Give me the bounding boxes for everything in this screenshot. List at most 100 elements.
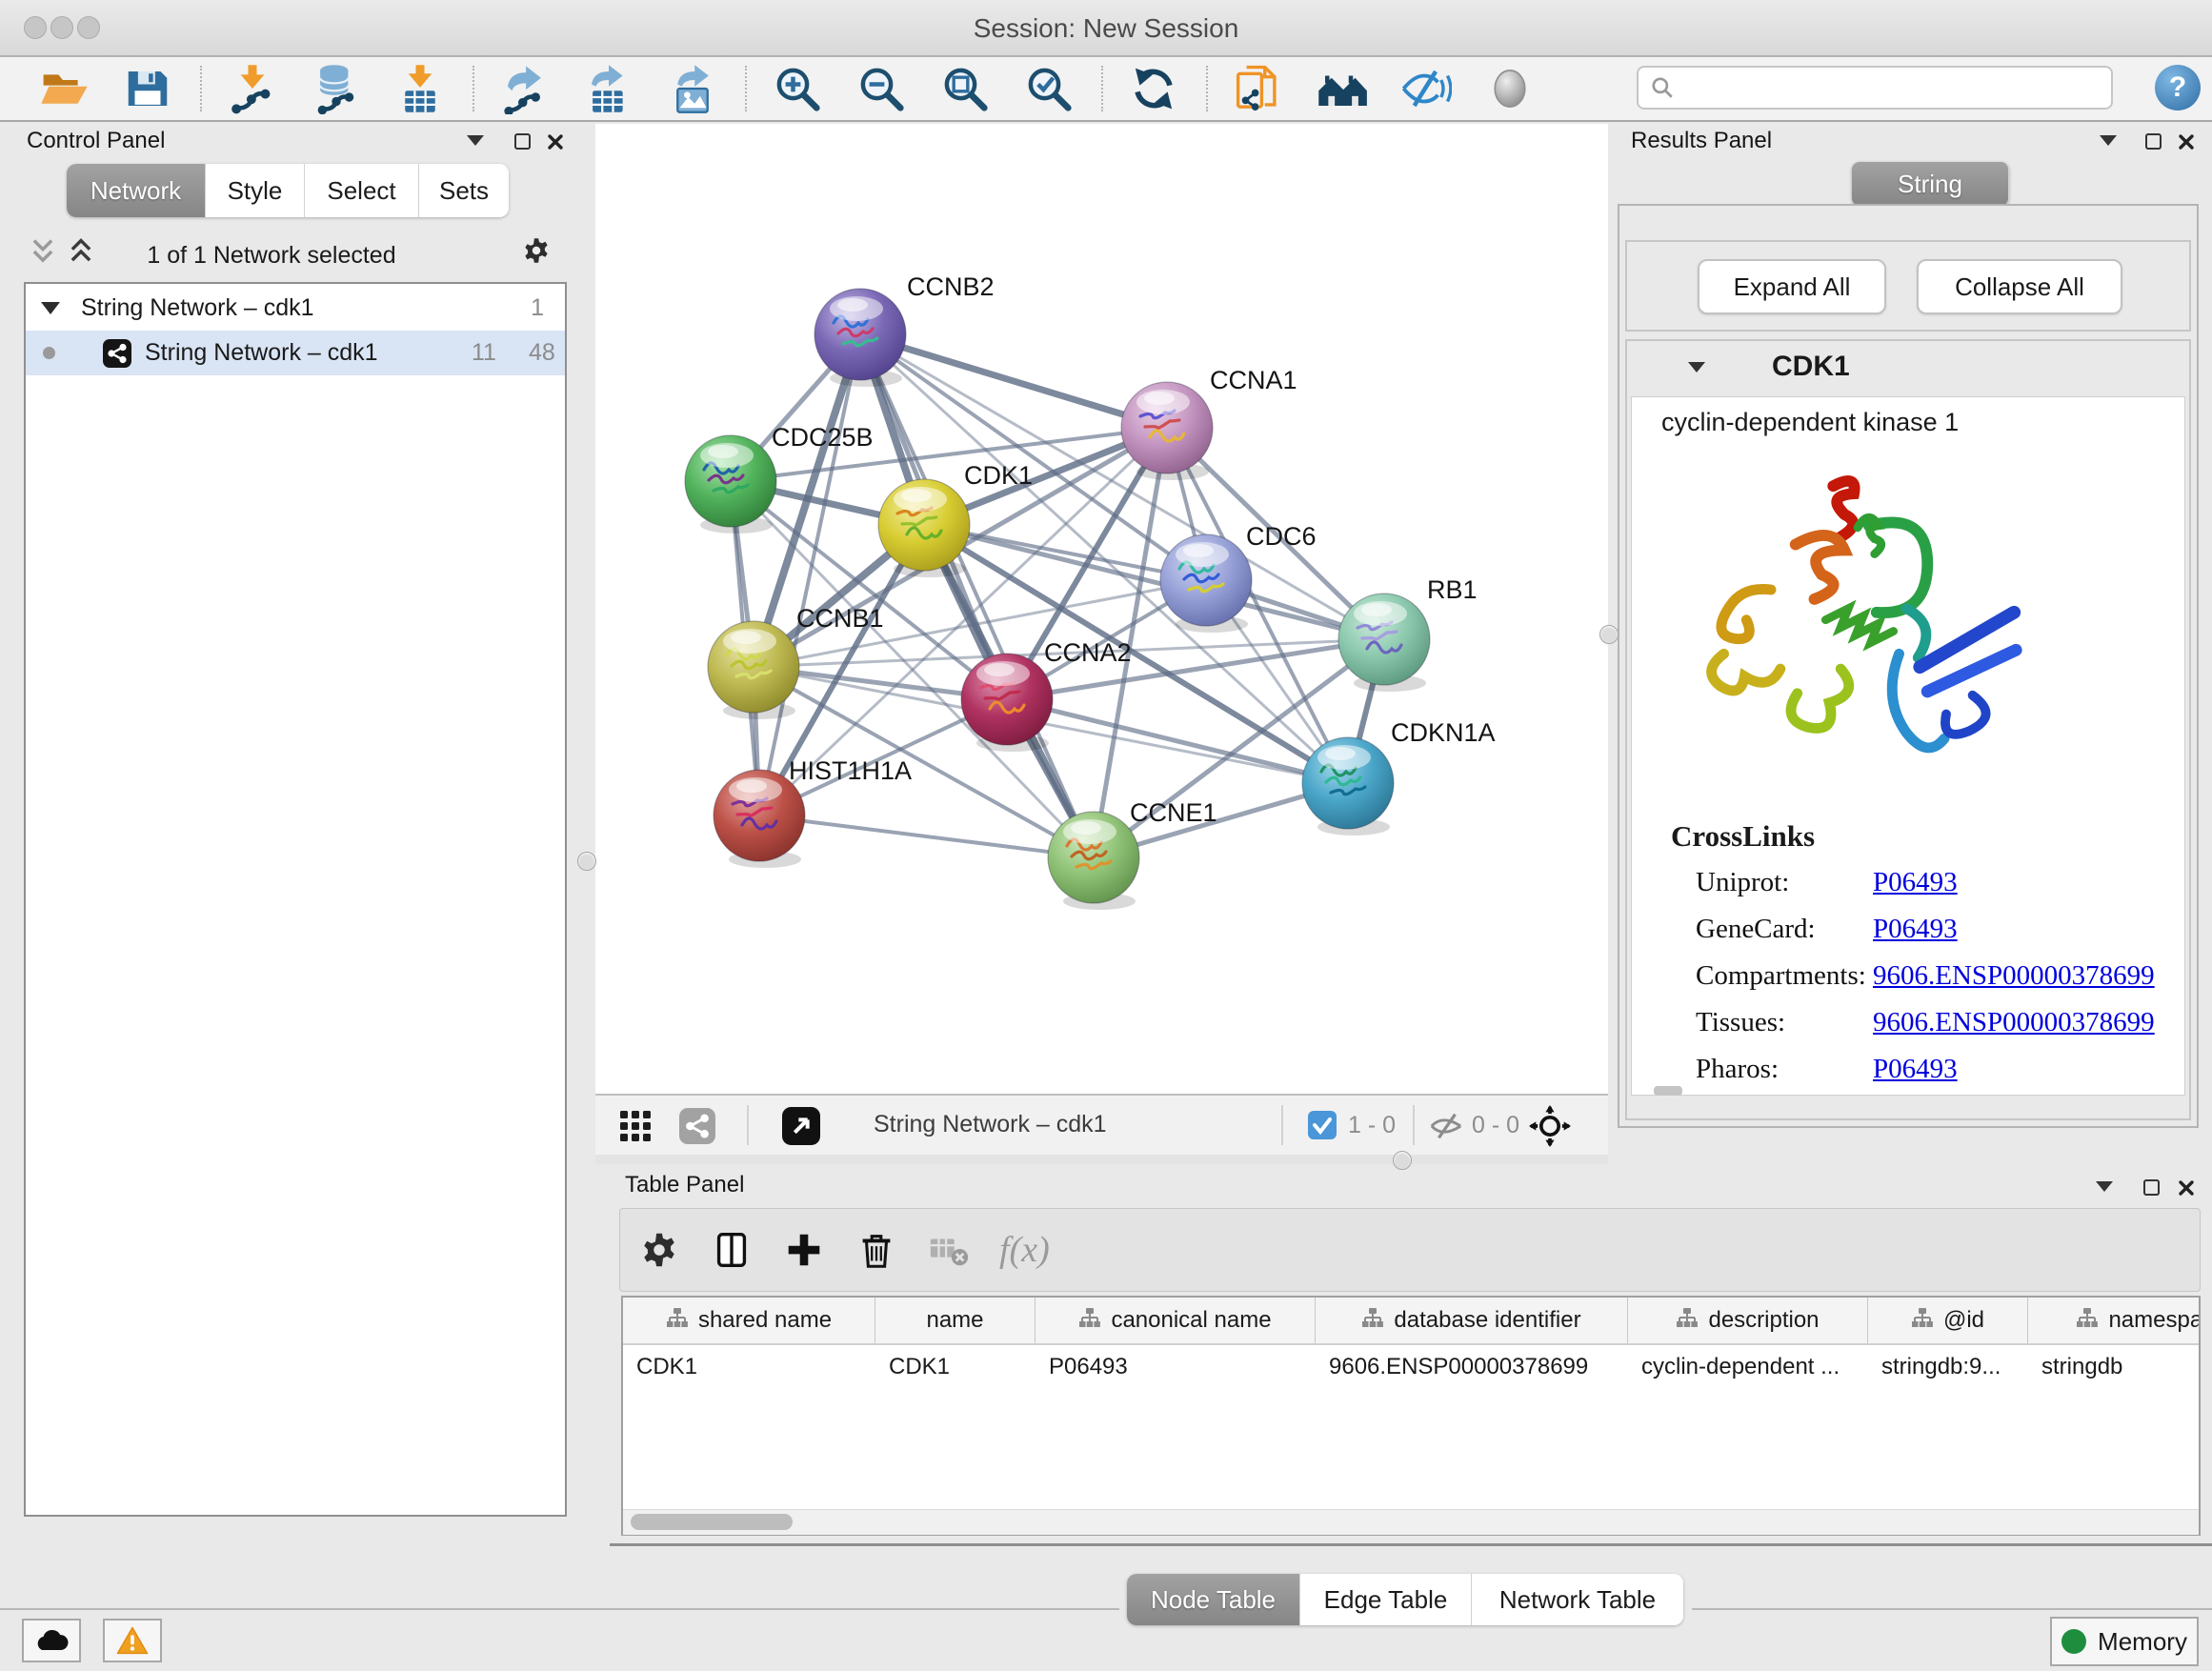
table-cell[interactable]: 9606.ENSP00000378699: [1316, 1345, 1628, 1389]
network-node-ccne1[interactable]: [1048, 812, 1139, 910]
zoom-fit-icon[interactable]: [939, 63, 991, 114]
import-network-icon[interactable]: [227, 63, 278, 114]
network-node-cdc6[interactable]: [1160, 534, 1252, 633]
table-panel-float-icon[interactable]: [2096, 1181, 2113, 1192]
add-icon[interactable]: [782, 1228, 826, 1272]
network-edge[interactable]: [860, 334, 1167, 428]
column-header-canonical-name[interactable]: canonical name: [1036, 1298, 1316, 1343]
memory-button[interactable]: Memory: [2050, 1617, 2199, 1666]
network-node-ccnb1[interactable]: [708, 621, 799, 719]
table-cell[interactable]: CDK1: [623, 1345, 875, 1389]
save-session-icon[interactable]: [122, 63, 173, 114]
export-table-icon[interactable]: [583, 63, 634, 114]
right-splitter-handle[interactable]: [1599, 625, 1619, 644]
export-network-icon[interactable]: [499, 63, 551, 114]
tab-string[interactable]: String: [1852, 162, 2009, 206]
table-cell[interactable]: cyclin-dependent ...: [1628, 1345, 1868, 1389]
selected-checkbox-icon[interactable]: [1308, 1111, 1337, 1139]
results-panel-maximize-icon[interactable]: [2145, 133, 2162, 150]
crosslink-row: Uniprot:P06493: [1696, 867, 2155, 914]
table-row[interactable]: CDK1CDK1P064939606.ENSP00000378699cyclin…: [623, 1345, 2199, 1389]
column-header-name[interactable]: name: [875, 1298, 1036, 1343]
tab-network-table[interactable]: Network Table: [1472, 1574, 1683, 1625]
status-bar-border: [1692, 1608, 2212, 1610]
warning-button[interactable]: [103, 1619, 162, 1662]
tab-node-table[interactable]: Node Table: [1127, 1574, 1300, 1625]
collapse-all-button[interactable]: Collapse All: [1917, 259, 2122, 314]
network-edge[interactable]: [759, 815, 1094, 857]
table-cell[interactable]: stringdb:9...: [1868, 1345, 2028, 1389]
network-node-cdk1[interactable]: [878, 479, 970, 577]
control-panel-float-icon[interactable]: [467, 135, 484, 146]
show-columns-icon[interactable]: [710, 1228, 754, 1272]
table-panel-maximize-icon[interactable]: [2143, 1179, 2160, 1196]
table-cell[interactable]: CDK1: [875, 1345, 1036, 1389]
control-panel-close-icon[interactable]: [547, 133, 564, 151]
expand-all-button[interactable]: Expand All: [1698, 259, 1886, 314]
horizontal-splitter-handle[interactable]: [1393, 1151, 1412, 1170]
tab-select[interactable]: Select: [305, 164, 419, 217]
crosslink-value-link[interactable]: 9606.ENSP00000378699: [1873, 1007, 2155, 1038]
tab-sets[interactable]: Sets: [419, 164, 509, 217]
grid-view-icon[interactable]: [618, 1109, 653, 1143]
gene-section-expander-icon[interactable]: [1688, 362, 1705, 372]
column-header-description[interactable]: description: [1628, 1298, 1868, 1343]
network-node-ccna1[interactable]: [1121, 382, 1213, 480]
table-hscrollbar-track[interactable]: [623, 1509, 2199, 1535]
open-session-icon[interactable]: [38, 63, 90, 114]
tree-expander-icon[interactable]: [41, 302, 60, 314]
delete-icon[interactable]: [855, 1228, 898, 1272]
results-panel-close-icon[interactable]: [2178, 133, 2195, 151]
fit-content-crosshair-icon[interactable]: [1529, 1105, 1571, 1147]
gear-icon[interactable]: [520, 234, 553, 267]
table-cell[interactable]: P06493: [1036, 1345, 1316, 1389]
crosslink-value-link[interactable]: 9606.ENSP00000378699: [1873, 960, 2155, 992]
import-database-icon[interactable]: [311, 63, 362, 114]
share-view-icon[interactable]: [679, 1108, 715, 1144]
results-panel-float-icon[interactable]: [2100, 135, 2117, 146]
zoom-in-icon[interactable]: [772, 63, 823, 114]
export-image-icon[interactable]: [667, 63, 718, 114]
table-cell[interactable]: stringdb: [2028, 1345, 2201, 1389]
network-node-cdkn1a[interactable]: [1302, 737, 1394, 836]
tab-style[interactable]: Style: [206, 164, 305, 217]
horizontal-splitter[interactable]: [595, 1155, 1608, 1164]
table-panel-close-icon[interactable]: [2178, 1179, 2195, 1197]
import-table-icon[interactable]: [394, 63, 446, 114]
crosslink-value-link[interactable]: P06493: [1873, 914, 1958, 945]
crosslink-value-link[interactable]: P06493: [1873, 1054, 1958, 1085]
search-input[interactable]: [1675, 73, 2088, 102]
node-table[interactable]: shared namenamecanonical namedatabase id…: [621, 1296, 2201, 1536]
houses-icon[interactable]: [1317, 63, 1368, 114]
search-field[interactable]: [1637, 66, 2113, 110]
column-header--id[interactable]: @id: [1868, 1298, 2028, 1343]
column-header-namespace[interactable]: namespace: [2028, 1298, 2201, 1343]
network-collection-row[interactable]: String Network – cdk1 1: [26, 286, 565, 331]
gear-icon[interactable]: [637, 1228, 681, 1272]
column-header-shared-name[interactable]: shared name: [623, 1298, 875, 1343]
tab-network[interactable]: Network: [67, 164, 206, 217]
copy-document-icon[interactable]: [1233, 63, 1284, 114]
sphere-icon[interactable]: [1484, 63, 1536, 114]
help-button[interactable]: ?: [2155, 65, 2201, 111]
cloud-button[interactable]: [22, 1619, 81, 1662]
zoom-out-icon[interactable]: [855, 63, 907, 114]
tab-edge-table[interactable]: Edge Table: [1300, 1574, 1472, 1625]
zoom-selected-icon[interactable]: [1023, 63, 1075, 114]
hidden-eye-icon[interactable]: [1428, 1111, 1464, 1141]
network-node-cdc25b[interactable]: [685, 435, 776, 534]
table-hscrollbar-thumb[interactable]: [631, 1514, 793, 1530]
eye-slash-icon[interactable]: [1400, 63, 1452, 114]
control-panel-tabs: NetworkStyleSelectSets: [67, 164, 509, 217]
control-panel-maximize-icon[interactable]: [514, 133, 531, 150]
external-view-icon[interactable]: [782, 1107, 820, 1145]
refresh-icon[interactable]: [1128, 63, 1179, 114]
network-edge[interactable]: [759, 334, 860, 815]
column-header-database-identifier[interactable]: database identifier: [1316, 1298, 1628, 1343]
network-canvas[interactable]: CCNB2CCNA1CDC25BCDK1CDC6RB1CCNB1CCNA2CDK…: [595, 124, 1608, 1094]
mini-scrollbar-thumb[interactable]: [1654, 1086, 1682, 1096]
left-splitter-handle[interactable]: [577, 852, 596, 871]
crosslink-value-link[interactable]: P06493: [1873, 867, 1958, 898]
network-node-rb1[interactable]: [1338, 594, 1430, 692]
network-row-selected[interactable]: String Network – cdk1 11 48: [26, 331, 565, 375]
